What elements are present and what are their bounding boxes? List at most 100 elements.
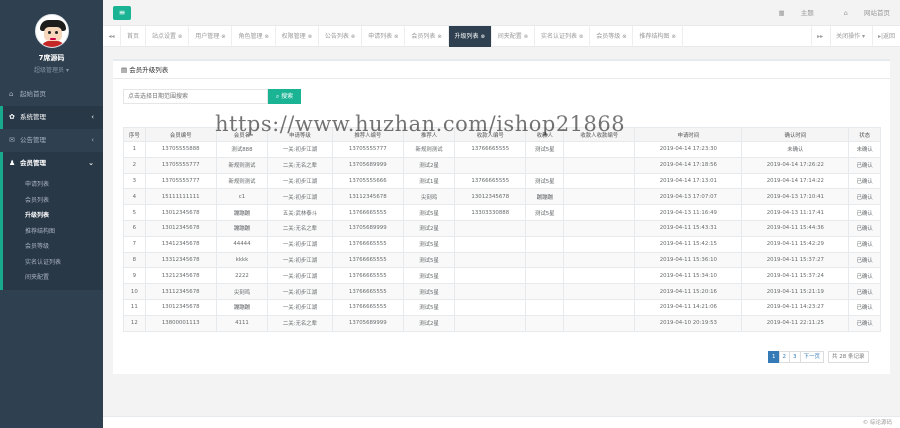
close-tab-icon[interactable]: ⊗ <box>481 34 485 40</box>
close-tab-icon[interactable]: ⊗ <box>308 34 312 40</box>
close-tab-icon[interactable]: ⊗ <box>394 34 398 40</box>
tab-item[interactable]: 升级列表 ⊗ <box>448 26 492 47</box>
submenu-item-realname-list[interactable]: 实名认证列表 <box>3 255 103 271</box>
table-cell: 2019-04-11 15:44:36 <box>741 219 850 237</box>
tabs: 首页 站点设置 ⊗ 用户管理 ⊗ 角色管理 ⊗ 权限管理 ⊗ 公告列表 ⊗ 申请列表 ⊗ 会员列表 ⊗ 升级列… <box>121 26 683 47</box>
tab-ops-dropdown[interactable]: 关闭操作 ▾ <box>830 26 870 47</box>
site-home-link[interactable]: ⌂ 网站首页 <box>830 9 890 17</box>
table-cell: 10 <box>123 283 146 300</box>
table-cell <box>563 298 636 316</box>
avatar[interactable] <box>34 14 69 48</box>
sidebar-item-home[interactable]: ⌂ 起始首页 <box>0 83 103 106</box>
tab-item[interactable]: 首页 <box>121 26 147 47</box>
table-row[interactable]: 7 13412345678 44444 一关:初步江湖 13766665555 测试5星 2… <box>123 235 881 253</box>
table-cell <box>525 298 565 316</box>
table-cell: 2019-04-13 17:07:07 <box>634 188 743 206</box>
table-cell: 尖刻鸡 <box>215 283 269 300</box>
table-row[interactable]: 4 15111111111 c1 一关:初步江湖 13112345678 尖刻鸡 13012… <box>123 188 881 206</box>
tab-item[interactable]: 推荐结构图 ⊗ <box>633 26 683 47</box>
table-cell <box>563 235 636 253</box>
close-tab-icon[interactable]: ⊗ <box>264 34 268 40</box>
table-cell: 13766665555 <box>331 283 404 300</box>
theme-link[interactable]: ▦ 主题 <box>765 9 814 17</box>
search-button[interactable]: ⌕ 搜索 <box>268 89 301 104</box>
submenu-item-member-list[interactable]: 会员列表 <box>3 193 103 209</box>
close-tab-icon[interactable]: ⊗ <box>524 34 528 40</box>
tabs-right: ▸▸ 关闭操作 ▾ ▸|返回 <box>811 26 900 47</box>
user-role-dropdown[interactable]: 超级管理员 ▾ <box>0 65 103 74</box>
table-cell: 13705555888 <box>144 141 217 158</box>
next-page-button[interactable]: 下一页 <box>799 351 825 363</box>
tab-item[interactable]: 站点设置 ⊗ <box>146 26 190 47</box>
topbar-right: ▦ 主题 ⌂ 网站首页 <box>751 0 891 26</box>
tab-item[interactable]: 间夹配置 ⊗ <box>492 26 535 47</box>
back-link[interactable]: ▸|返回 <box>871 26 900 47</box>
table-cell: 13705555666 <box>331 172 404 190</box>
table-row[interactable]: 3 13705555777 新规则测试 一关:初步江湖 13705555666 测试1星 1… <box>123 172 881 190</box>
table-row[interactable]: 8 13312345678 kkkk 一关:初步江湖 13766665555 测试5星 20… <box>123 251 881 269</box>
table-cell: 2019-04-14 17:26:22 <box>741 156 850 174</box>
tab-item[interactable]: 公告列表 ⊗ <box>319 26 363 47</box>
table-cell: 2019-04-14 17:23:30 <box>634 141 743 158</box>
home-icon: ⌂ <box>9 90 14 98</box>
tab-item[interactable]: 申请列表 ⊗ <box>362 26 406 47</box>
table-row[interactable]: 2 13705555777 新规则测试 二关:无名之辈 13705689999 测试2星 2… <box>123 156 881 174</box>
tab-item[interactable]: 会员等级 ⊗ <box>590 26 634 47</box>
tab-item[interactable]: 用户管理 ⊗ <box>189 26 233 47</box>
submenu-item-config[interactable]: 间夹配置 <box>3 270 103 286</box>
table-cell <box>454 235 527 253</box>
table-row[interactable]: 12 13800001113 4111 二关:无名之辈 13705689999 测试2星 2… <box>123 314 881 332</box>
tabs-scroll-right-button[interactable]: ▸▸ <box>811 26 828 47</box>
tab-item[interactable]: 会员列表 ⊗ <box>405 26 449 47</box>
submenu-item-referral-tree[interactable]: 推荐结构图 <box>3 224 103 240</box>
close-tab-icon[interactable]: ⊗ <box>579 34 583 40</box>
table-cell: 已确认 <box>848 314 881 332</box>
table-cell <box>525 314 565 332</box>
table-cell: 测试5星 <box>402 204 456 221</box>
sidebar-item-notice[interactable]: ✉ 公告管理 ‹ <box>0 129 103 152</box>
menu-toggle-button[interactable]: ≡ <box>113 6 131 20</box>
close-tab-icon[interactable]: ⊗ <box>178 34 182 40</box>
search-row: ⌕ 搜索 <box>123 89 301 104</box>
table-row[interactable]: 1 13705555888 测试888 一关:初步江湖 13705555777 新规则测试… <box>123 141 881 158</box>
close-tab-icon[interactable]: ⊗ <box>671 34 675 40</box>
tab-item[interactable]: 权限管理 ⊗ <box>276 26 319 47</box>
close-tab-icon[interactable]: ⊗ <box>351 34 355 40</box>
table-row[interactable]: 11 13012345678 蹦蹦蹦 一关:初步江湖 13766665555 测试5星 20… <box>123 298 881 316</box>
table-row[interactable]: 5 13012345678 蹦蹦蹦 五关:武林泰斗 13766665555 测试5星 133… <box>123 204 881 221</box>
table-cell: 13766665555 <box>331 251 404 269</box>
tab-item[interactable]: 实名认证列表 ⊗ <box>535 26 591 47</box>
submenu-item-member-levels[interactable]: 会员等级 <box>3 239 103 255</box>
table-row[interactable]: 9 13212345678 2222 一关:初步江湖 13766665555 测试5星 20… <box>123 267 881 285</box>
column-header: 申请等级 <box>267 127 333 142</box>
table-cell: 13705555777 <box>144 172 217 190</box>
sidebar-item-system[interactable]: ✿ 系统管理 ‹ <box>0 106 103 129</box>
table-cell: 测试5星 <box>525 204 565 221</box>
table-cell: 2019-04-11 15:42:29 <box>741 235 850 253</box>
table-cell: 尖刻鸡 <box>402 188 456 206</box>
table-cell: 测试5星 <box>402 251 456 269</box>
column-header: 收款人收款编号 <box>563 127 636 142</box>
date-range-search-input[interactable] <box>123 89 268 104</box>
table-cell: 测试2星 <box>402 156 456 174</box>
table-cell: c1 <box>215 188 269 206</box>
tab-item[interactable]: 角色管理 ⊗ <box>232 26 276 47</box>
table-cell: 二关:无名之辈 <box>267 156 333 174</box>
table-row[interactable]: 10 13112345678 尖刻鸡 一关:初步江湖 13766665555 测试5星 20… <box>123 283 881 300</box>
table-cell: 未确认 <box>741 141 850 158</box>
table-cell: 2019-04-11 14:21:06 <box>634 298 743 316</box>
table-cell: 13705689999 <box>331 156 404 174</box>
table-row[interactable]: 6 13012345678 蹦蹦蹦 二关:无名之辈 13705689999 测试2星 201… <box>123 219 881 237</box>
submenu-item-apply-list[interactable]: 申请列表 <box>3 177 103 193</box>
table-cell: 已确认 <box>848 188 881 206</box>
table-cell: 测试5星 <box>525 172 565 190</box>
sidebar-item-members[interactable]: ♟ 会员管理 ⌄ <box>0 152 103 175</box>
close-tab-icon[interactable]: ⊗ <box>622 34 626 40</box>
close-tab-icon[interactable]: ⊗ <box>437 34 441 40</box>
table-cell: 13112345678 <box>144 283 217 300</box>
submenu-item-upgrade-list[interactable]: 升级列表 <box>3 208 103 224</box>
table-cell: 已确认 <box>848 283 881 300</box>
table-cell: 2019-04-14 17:13:01 <box>634 172 743 190</box>
close-tab-icon[interactable]: ⊗ <box>221 34 225 40</box>
tabs-scroll-left-button[interactable]: ◂◂ <box>103 26 121 47</box>
